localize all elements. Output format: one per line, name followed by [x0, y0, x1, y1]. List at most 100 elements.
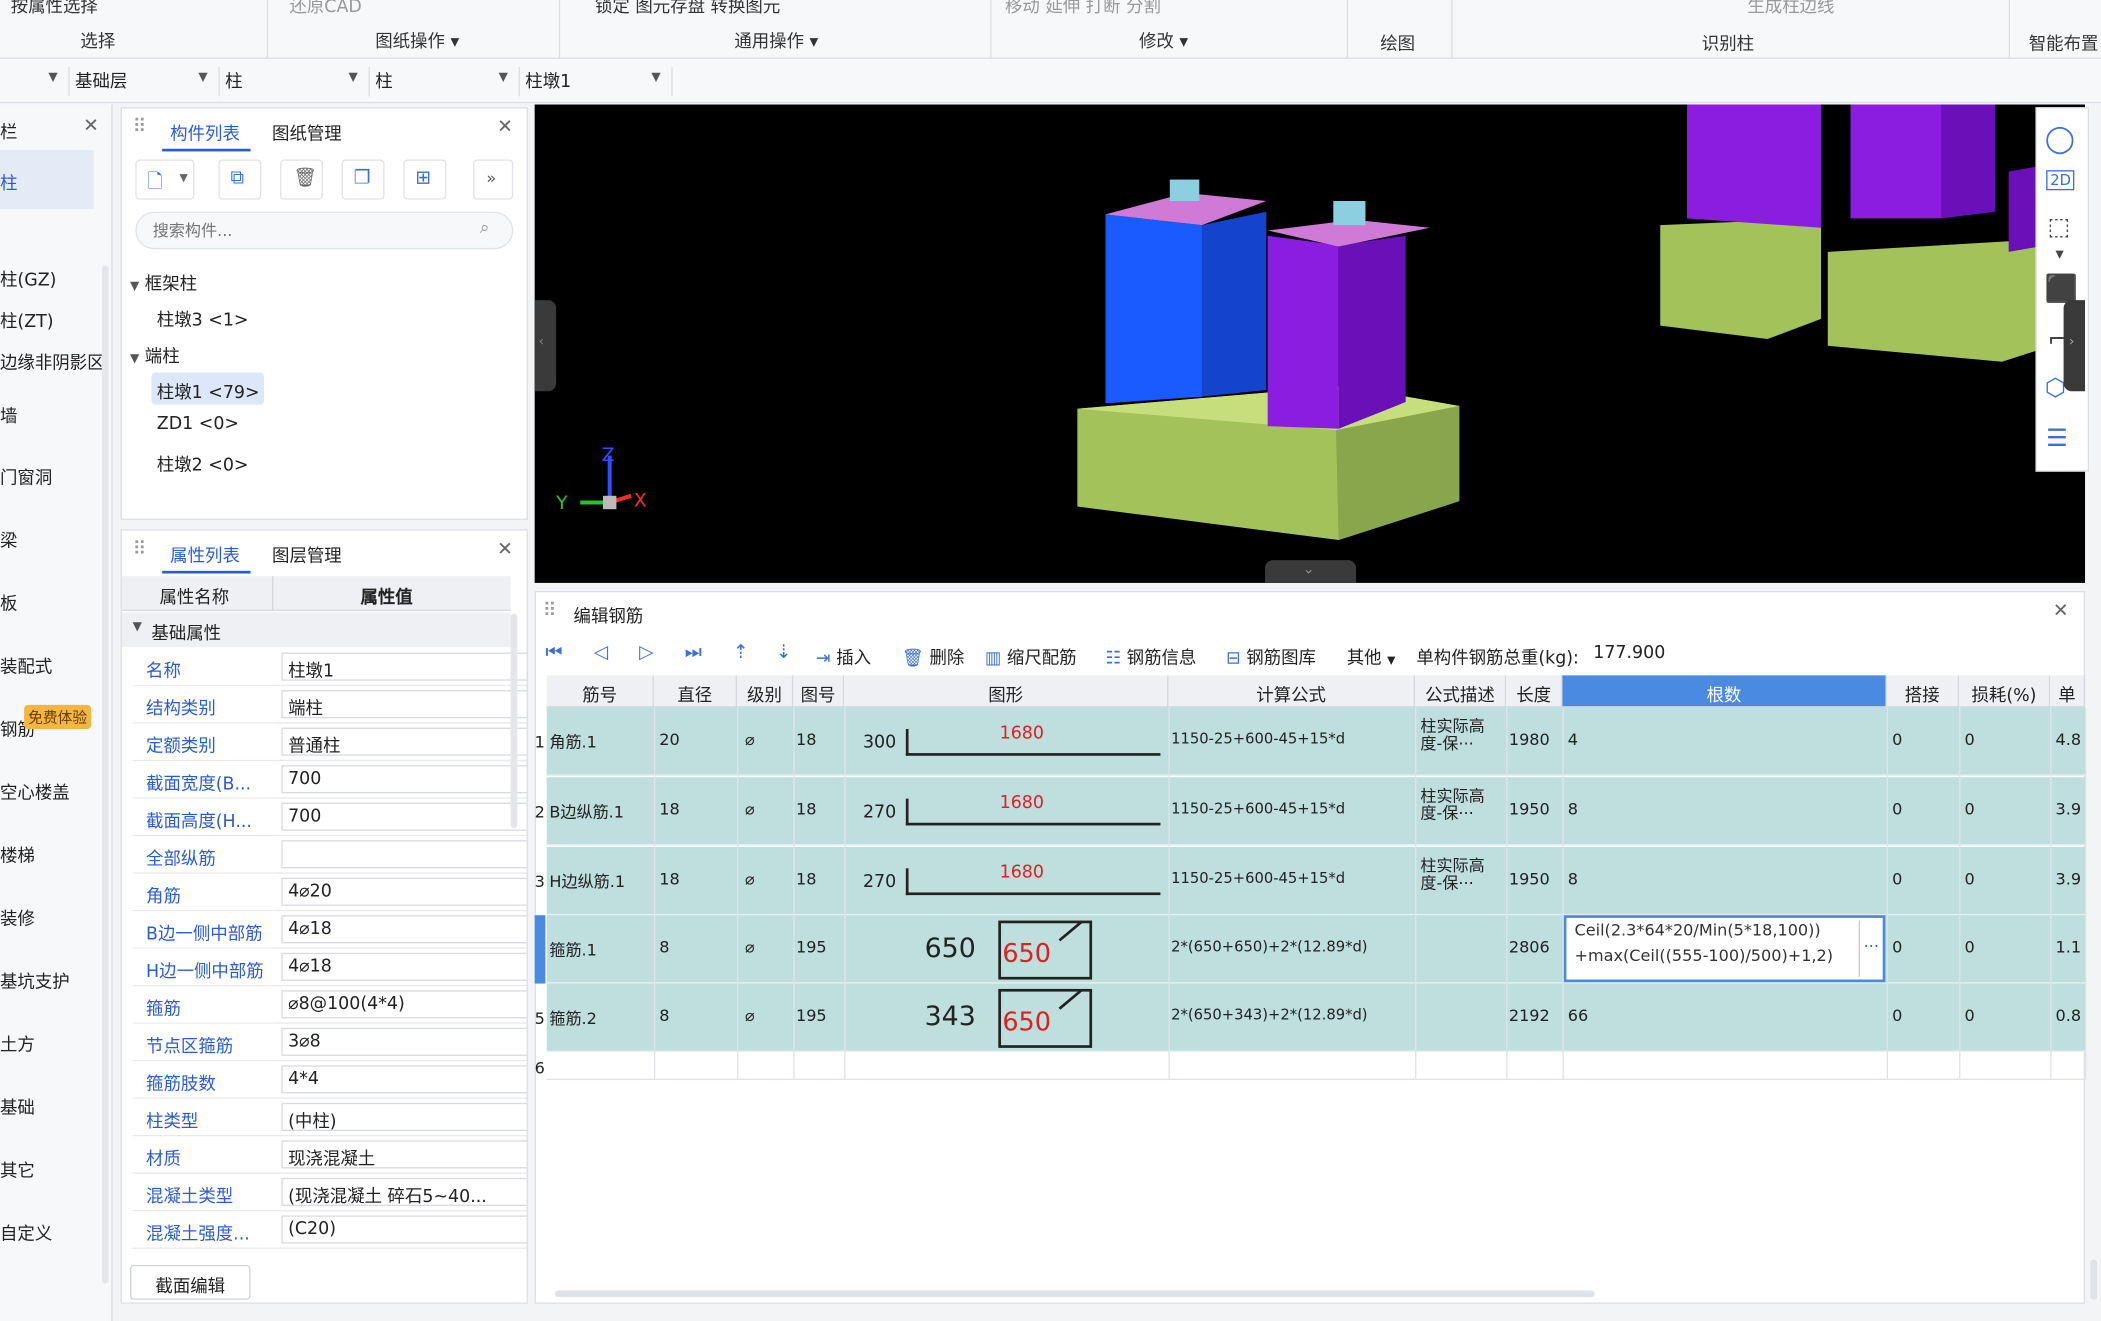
header-col-bar-no[interactable]: 筋号: [546, 675, 654, 708]
more-button[interactable]: »: [473, 159, 514, 200]
tab-component-list[interactable]: 构件列表: [170, 119, 240, 145]
search-icon[interactable]: ⌕: [480, 218, 490, 238]
property-value-input[interactable]: [281, 840, 527, 869]
ribbon-label-smart[interactable]: 智能布置: [2029, 29, 2099, 55]
property-row[interactable]: 混凝土强度... (C20): [132, 1211, 527, 1249]
property-value-input[interactable]: 现浇混凝土: [281, 1140, 527, 1169]
2d-view-icon[interactable]: 2D: [2046, 170, 2075, 191]
property-row[interactable]: 结构类别 端柱: [132, 686, 527, 724]
property-row[interactable]: 箍筋 ⌀8@100(4*4): [132, 986, 527, 1024]
scale-rebar-button[interactable]: ▥ 缩尺配筋: [985, 643, 1077, 669]
nav-item-hollow-slab[interactable]: 空心楼盖: [0, 779, 70, 804]
property-value-input[interactable]: 端柱: [281, 690, 527, 719]
nav-item-column[interactable]: 柱: [0, 169, 17, 194]
property-scrollbar[interactable]: [510, 613, 518, 829]
list-settings-icon[interactable]: ☰: [2046, 425, 2068, 453]
property-value-input[interactable]: (中柱): [281, 1102, 527, 1131]
tab-drawing-management[interactable]: 图纸管理: [272, 119, 342, 145]
other-menu-button[interactable]: 其他 ▼: [1347, 643, 1396, 669]
tree-item-zhudun1[interactable]: 柱墩1 <79>: [157, 378, 260, 403]
delete-row-button[interactable]: 🗑 删除: [902, 643, 965, 669]
restore-cad-button[interactable]: 还原CAD: [289, 0, 361, 17]
move-up-icon[interactable]: ⇡: [733, 642, 749, 663]
search-input[interactable]: [152, 217, 461, 244]
rebar-library-button[interactable]: ⊟ 钢筋图库: [1226, 643, 1316, 669]
filter-button[interactable]: ⊞: [403, 159, 447, 200]
property-row[interactable]: 截面高度(H... 700: [132, 798, 527, 837]
property-row[interactable]: 全部纵筋: [132, 836, 527, 874]
property-row[interactable]: 节点区箍筋 3⌀8: [132, 1023, 527, 1062]
close-icon[interactable]: ✕: [83, 115, 99, 136]
property-value-input[interactable]: 普通柱: [281, 727, 527, 756]
property-value-input[interactable]: 4*4: [281, 1065, 527, 1094]
formula-edit-button[interactable]: ···: [1858, 920, 1883, 977]
modify-ops-buttons[interactable]: 移动 延伸 打断 分割: [1005, 0, 1161, 17]
header-col-loss[interactable]: 损耗(%): [1959, 675, 2051, 708]
drag-handle-icon[interactable]: ⠿: [543, 600, 557, 621]
ribbon-label-drawing[interactable]: 图纸操作 ▾: [375, 27, 459, 52]
floor-select-prev[interactable]: ▼: [0, 67, 70, 97]
tree-item-zd1[interactable]: ZD1 <0>: [157, 414, 239, 434]
nav-item-prefab[interactable]: 装配式: [0, 653, 52, 678]
property-row[interactable]: 材质 现浇混凝土: [132, 1136, 527, 1174]
formula-line-2[interactable]: +max(Ceil((555-100)/500)+1,2): [1575, 946, 1834, 965]
property-row[interactable]: 柱类型 (中柱): [132, 1098, 527, 1137]
property-value-input[interactable]: 4⌀18: [281, 915, 527, 944]
header-col-formula-desc[interactable]: 公式描述: [1415, 675, 1507, 708]
tree-item-zhudun3[interactable]: 柱墩3 <1>: [157, 306, 249, 331]
property-value-input[interactable]: ⌀8@100(4*4): [281, 990, 527, 1019]
new-component-button[interactable]: 🗋 ▼: [135, 159, 195, 200]
nav-item-earthwork[interactable]: 土方: [0, 1030, 35, 1056]
free-trial-badge[interactable]: 免费体验: [24, 704, 92, 729]
prev-record-icon[interactable]: ◁: [594, 642, 608, 663]
nav-item-other[interactable]: 其它: [0, 1156, 35, 1182]
property-value-input[interactable]: (C20): [281, 1215, 527, 1244]
property-value-input[interactable]: 700: [281, 802, 527, 831]
property-value-input[interactable]: 4⌀18: [281, 952, 527, 981]
property-row[interactable]: 定额类别 普通柱: [132, 723, 527, 762]
select-by-attribute-button[interactable]: 按属性选择: [11, 0, 98, 17]
vertical-scrollbar[interactable]: [2090, 1259, 2098, 1300]
header-col-figure-no[interactable]: 图号: [793, 675, 845, 708]
property-value-input[interactable]: 柱墩1: [281, 652, 527, 681]
property-value-input[interactable]: 4⌀20: [281, 877, 527, 906]
property-value-input[interactable]: (现浇混凝土 碎石5~40...: [281, 1177, 527, 1206]
drag-handle-icon[interactable]: ⠿: [133, 117, 147, 138]
close-icon[interactable]: ✕: [497, 117, 513, 138]
header-col-grade[interactable]: 级别: [737, 675, 794, 708]
drag-handle-icon[interactable]: ⠿: [133, 539, 147, 560]
property-row[interactable]: 混凝土类型 (现浇混凝土 碎石5~40...: [132, 1173, 527, 1212]
insert-button[interactable]: ⇥ 插入: [816, 643, 871, 669]
tab-layer-management[interactable]: 图层管理: [272, 541, 342, 567]
header-col-formula[interactable]: 计算公式: [1168, 675, 1416, 708]
chevron-down-icon[interactable]: ▼: [2056, 248, 2064, 260]
header-col-unit[interactable]: 单: [2050, 675, 2086, 708]
tree-item-zhudun2[interactable]: 柱墩2 <0>: [157, 450, 249, 476]
tree-group-frame-column[interactable]: ▼ 框架柱: [130, 269, 197, 295]
nav-item-slab[interactable]: 板: [0, 590, 17, 615]
nav-item-edge[interactable]: 边缘非阴影区: [0, 348, 105, 374]
tab-property-list[interactable]: 属性列表: [170, 541, 240, 567]
nav-item-foundation[interactable]: 基础: [0, 1093, 35, 1119]
close-icon[interactable]: ✕: [2053, 600, 2069, 621]
collapse-bottom-handle[interactable]: ⌄: [1264, 560, 1357, 583]
nav-scrollbar[interactable]: [101, 265, 109, 1284]
move-down-icon[interactable]: ⇣: [776, 642, 792, 663]
nav-item-wall[interactable]: 墙: [0, 402, 17, 427]
header-col-length[interactable]: 长度: [1506, 675, 1563, 708]
floor-select[interactable]: 基础层 ▼: [70, 67, 220, 97]
tree-group-end-column[interactable]: ▼ 端柱: [130, 342, 180, 367]
3d-viewport[interactable]: Z Y X ‹ ⌄: [534, 104, 2086, 583]
header-col-lap[interactable]: 搭接: [1886, 675, 1960, 708]
section-edit-button[interactable]: 截面编辑: [129, 1264, 251, 1300]
formula-line-1[interactable]: Ceil(2.3*64*20/Min(5*18,100)): [1575, 921, 1821, 940]
first-record-icon[interactable]: ⏮: [545, 642, 562, 663]
property-value-input[interactable]: 700: [281, 765, 527, 794]
header-col-diameter[interactable]: 直径(mm): [653, 675, 737, 726]
orbit-icon[interactable]: ◯: [2045, 122, 2075, 154]
header-col-count[interactable]: 根数: [1562, 675, 1887, 708]
nav-item-decoration[interactable]: 装修: [0, 905, 35, 930]
nav-item-gz[interactable]: 柱(GZ): [0, 265, 56, 291]
nav-item-stairs[interactable]: 楼梯: [0, 842, 35, 867]
close-icon[interactable]: ✕: [497, 539, 513, 560]
